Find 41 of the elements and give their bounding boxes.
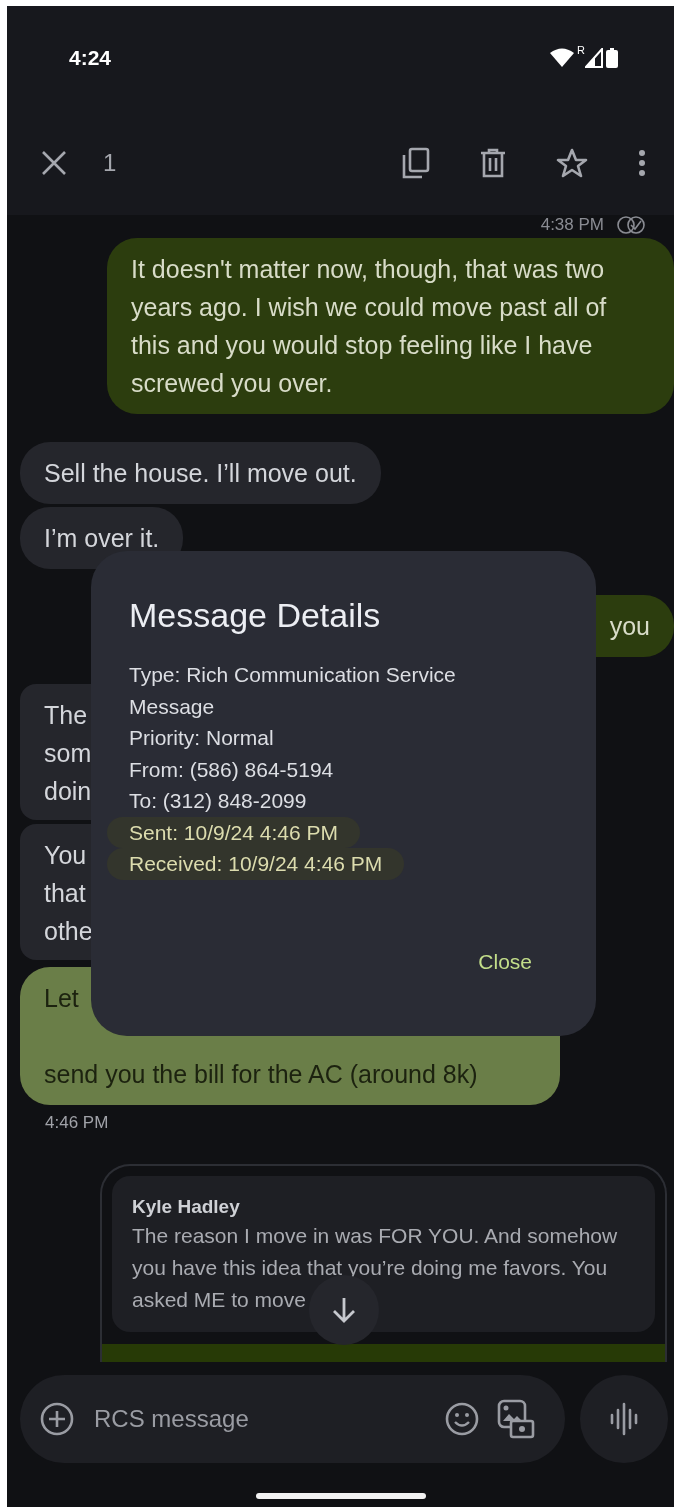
- message-bubble[interactable]: It doesn't matter now, though, that was two years ago. I wish we could move past all of this and you would stop feeling like I have screwed you over.: [107, 238, 674, 414]
- add-icon[interactable]: [40, 1402, 74, 1436]
- message-timestamp: 4:46 PM: [45, 1113, 109, 1132]
- message-text-line: Let: [44, 983, 79, 1014]
- detail-line: Sent: 10/9/24 4:46 PM: [107, 816, 360, 848]
- read-receipt-icon: [616, 216, 646, 234]
- detail-line: To: (312) 848-2099: [129, 788, 307, 814]
- message-text-line: You: [44, 840, 87, 871]
- signal-icon: [585, 48, 603, 68]
- quoted-text-line: The reason I move in was FOR YOU. And somehow: [132, 1223, 618, 1249]
- message-text-line: othe: [44, 916, 93, 947]
- battery-icon: [606, 48, 618, 68]
- message-text-line: send you the bill for the AC (around 8k): [44, 1059, 478, 1090]
- waveform-icon: [609, 1402, 639, 1436]
- message-text: Sell the house. I’ll move out.: [44, 458, 357, 489]
- message-timestamp: 4:38 PM: [540, 215, 604, 235]
- detail-line: Priority: Normal: [129, 725, 274, 751]
- message-text: I’m over it.: [44, 523, 160, 554]
- wifi-icon: [550, 48, 575, 68]
- roaming-indicator: R: [577, 44, 585, 56]
- detail-line: Type: Rich Communication Service Message: [129, 662, 457, 720]
- message-text: It doesn't matter now, though, that was two years ago. I wish we could move past all of this and you would stop feeling like I have screwed you over.: [131, 254, 608, 399]
- message-bubble[interactable]: Sell the house. I’ll move out.: [20, 442, 381, 504]
- quoted-text-line: you have this idea that you’re doing me favors. You: [132, 1255, 608, 1281]
- message-text-line: doin: [44, 776, 92, 807]
- dialog-title: Message Details: [129, 595, 382, 636]
- gallery-camera-icon[interactable]: [497, 1399, 535, 1439]
- message-input-field[interactable]: RCS message: [92, 1404, 427, 1434]
- reply-message-bubble[interactable]: Kyle Hadley The reason I move in was FOR YOU. And somehow you have this idea that you’re doing me favors. You asked ME to move: [100, 1164, 667, 1362]
- emoji-icon[interactable]: [445, 1402, 479, 1436]
- status-time: 4:24: [69, 46, 113, 70]
- quoted-sender: Kyle Hadley: [132, 1195, 241, 1219]
- detail-line: Received: 10/9/24 4:46 PM: [107, 848, 405, 880]
- message-text-line: that: [44, 878, 86, 909]
- quoted-text-line: asked ME to move: [132, 1287, 306, 1313]
- detail-line: From: (586) 864-5194: [129, 756, 334, 783]
- selection-count: 1: [103, 148, 117, 177]
- message-text-line: you: [609, 611, 650, 642]
- message-text-line: The: [44, 700, 88, 731]
- arrow-down-icon: [331, 1296, 357, 1324]
- message-text-line: som: [44, 738, 92, 769]
